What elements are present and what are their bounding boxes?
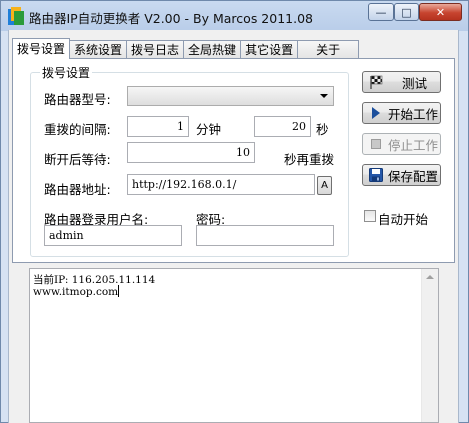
tab-system-settings[interactable]: 系统设置 [70, 40, 128, 59]
router-address-input[interactable]: http://192.168.0.1/ [127, 174, 315, 195]
router-address-button[interactable]: A [317, 176, 332, 195]
chevron-down-icon [320, 94, 328, 98]
disconnect-wait-label: 断开后等待: [44, 152, 111, 167]
floppy-disk-icon [368, 167, 384, 183]
maximize-button[interactable]: □ [394, 3, 419, 21]
redial-interval-label: 重拨的间隔: [44, 122, 111, 137]
redial-seconds-input[interactable]: 20 [254, 116, 311, 137]
window-title: 路由器IP自动更换者 V2.00 - By Marcos 2011.08 [29, 11, 313, 26]
start-button[interactable]: 开始工作 [362, 102, 441, 124]
router-model-select[interactable] [127, 86, 334, 106]
router-model-label: 路由器型号: [44, 92, 111, 107]
checkered-flag-icon [368, 74, 384, 90]
text-caret [118, 285, 120, 297]
app-icon [8, 7, 24, 25]
minutes-unit-label: 分钟 [196, 122, 222, 137]
play-icon [368, 105, 384, 121]
auto-start-label[interactable]: 自动开始 [378, 209, 428, 228]
redial-after-label: 秒再重拨 [284, 152, 335, 167]
title-bar[interactable]: 路由器IP自动更换者 V2.00 - By Marcos 2011.08 — □… [1, 1, 468, 31]
start-label: 开始工作 [388, 106, 439, 122]
log-line-text: www.itmop.com [33, 286, 119, 298]
group-title: 拨号设置 [40, 64, 93, 81]
close-icon: ✕ [435, 5, 446, 19]
stop-icon [368, 136, 384, 152]
maximize-icon: □ [401, 5, 412, 19]
tab-global-hotkeys[interactable]: 全局热键 [184, 40, 242, 59]
save-config-label: 保存配置 [388, 168, 439, 184]
vertical-scrollbar[interactable] [421, 269, 438, 422]
tab-dial-log[interactable]: 拨号日志 [127, 40, 185, 59]
tab-dial-settings[interactable]: 拨号设置 [12, 38, 71, 59]
stop-button[interactable]: 停止工作 [362, 133, 441, 155]
username-input[interactable]: admin [44, 225, 182, 246]
close-button[interactable]: ✕ [419, 3, 462, 21]
log-textarea[interactable]: 当前IP: 116.205.11.114 www.itmop.com [29, 268, 439, 423]
minimize-icon: — [375, 5, 387, 19]
auto-start-checkbox[interactable] [364, 210, 376, 222]
disconnect-wait-input[interactable]: 10 [127, 142, 255, 163]
test-button[interactable]: 测试 [362, 71, 441, 93]
log-line: www.itmop.com [33, 285, 120, 298]
router-address-label: 路由器地址: [44, 182, 111, 197]
tab-other-settings[interactable]: 其它设置 [241, 40, 299, 59]
save-config-button[interactable]: 保存配置 [362, 164, 441, 186]
password-input[interactable] [196, 225, 334, 246]
tab-about[interactable]: 关于 [298, 40, 360, 59]
seconds-unit-label: 秒 [316, 122, 329, 137]
minimize-button[interactable]: — [368, 3, 394, 21]
tab-strip: 拨号设置 系统设置 拨号日志 全局热键 其它设置 关于 [12, 38, 360, 59]
test-label: 测试 [402, 75, 428, 91]
stop-label: 停止工作 [388, 137, 439, 153]
redial-minutes-input[interactable]: 1 [127, 116, 189, 137]
scroll-up-arrow-icon[interactable] [426, 275, 434, 279]
